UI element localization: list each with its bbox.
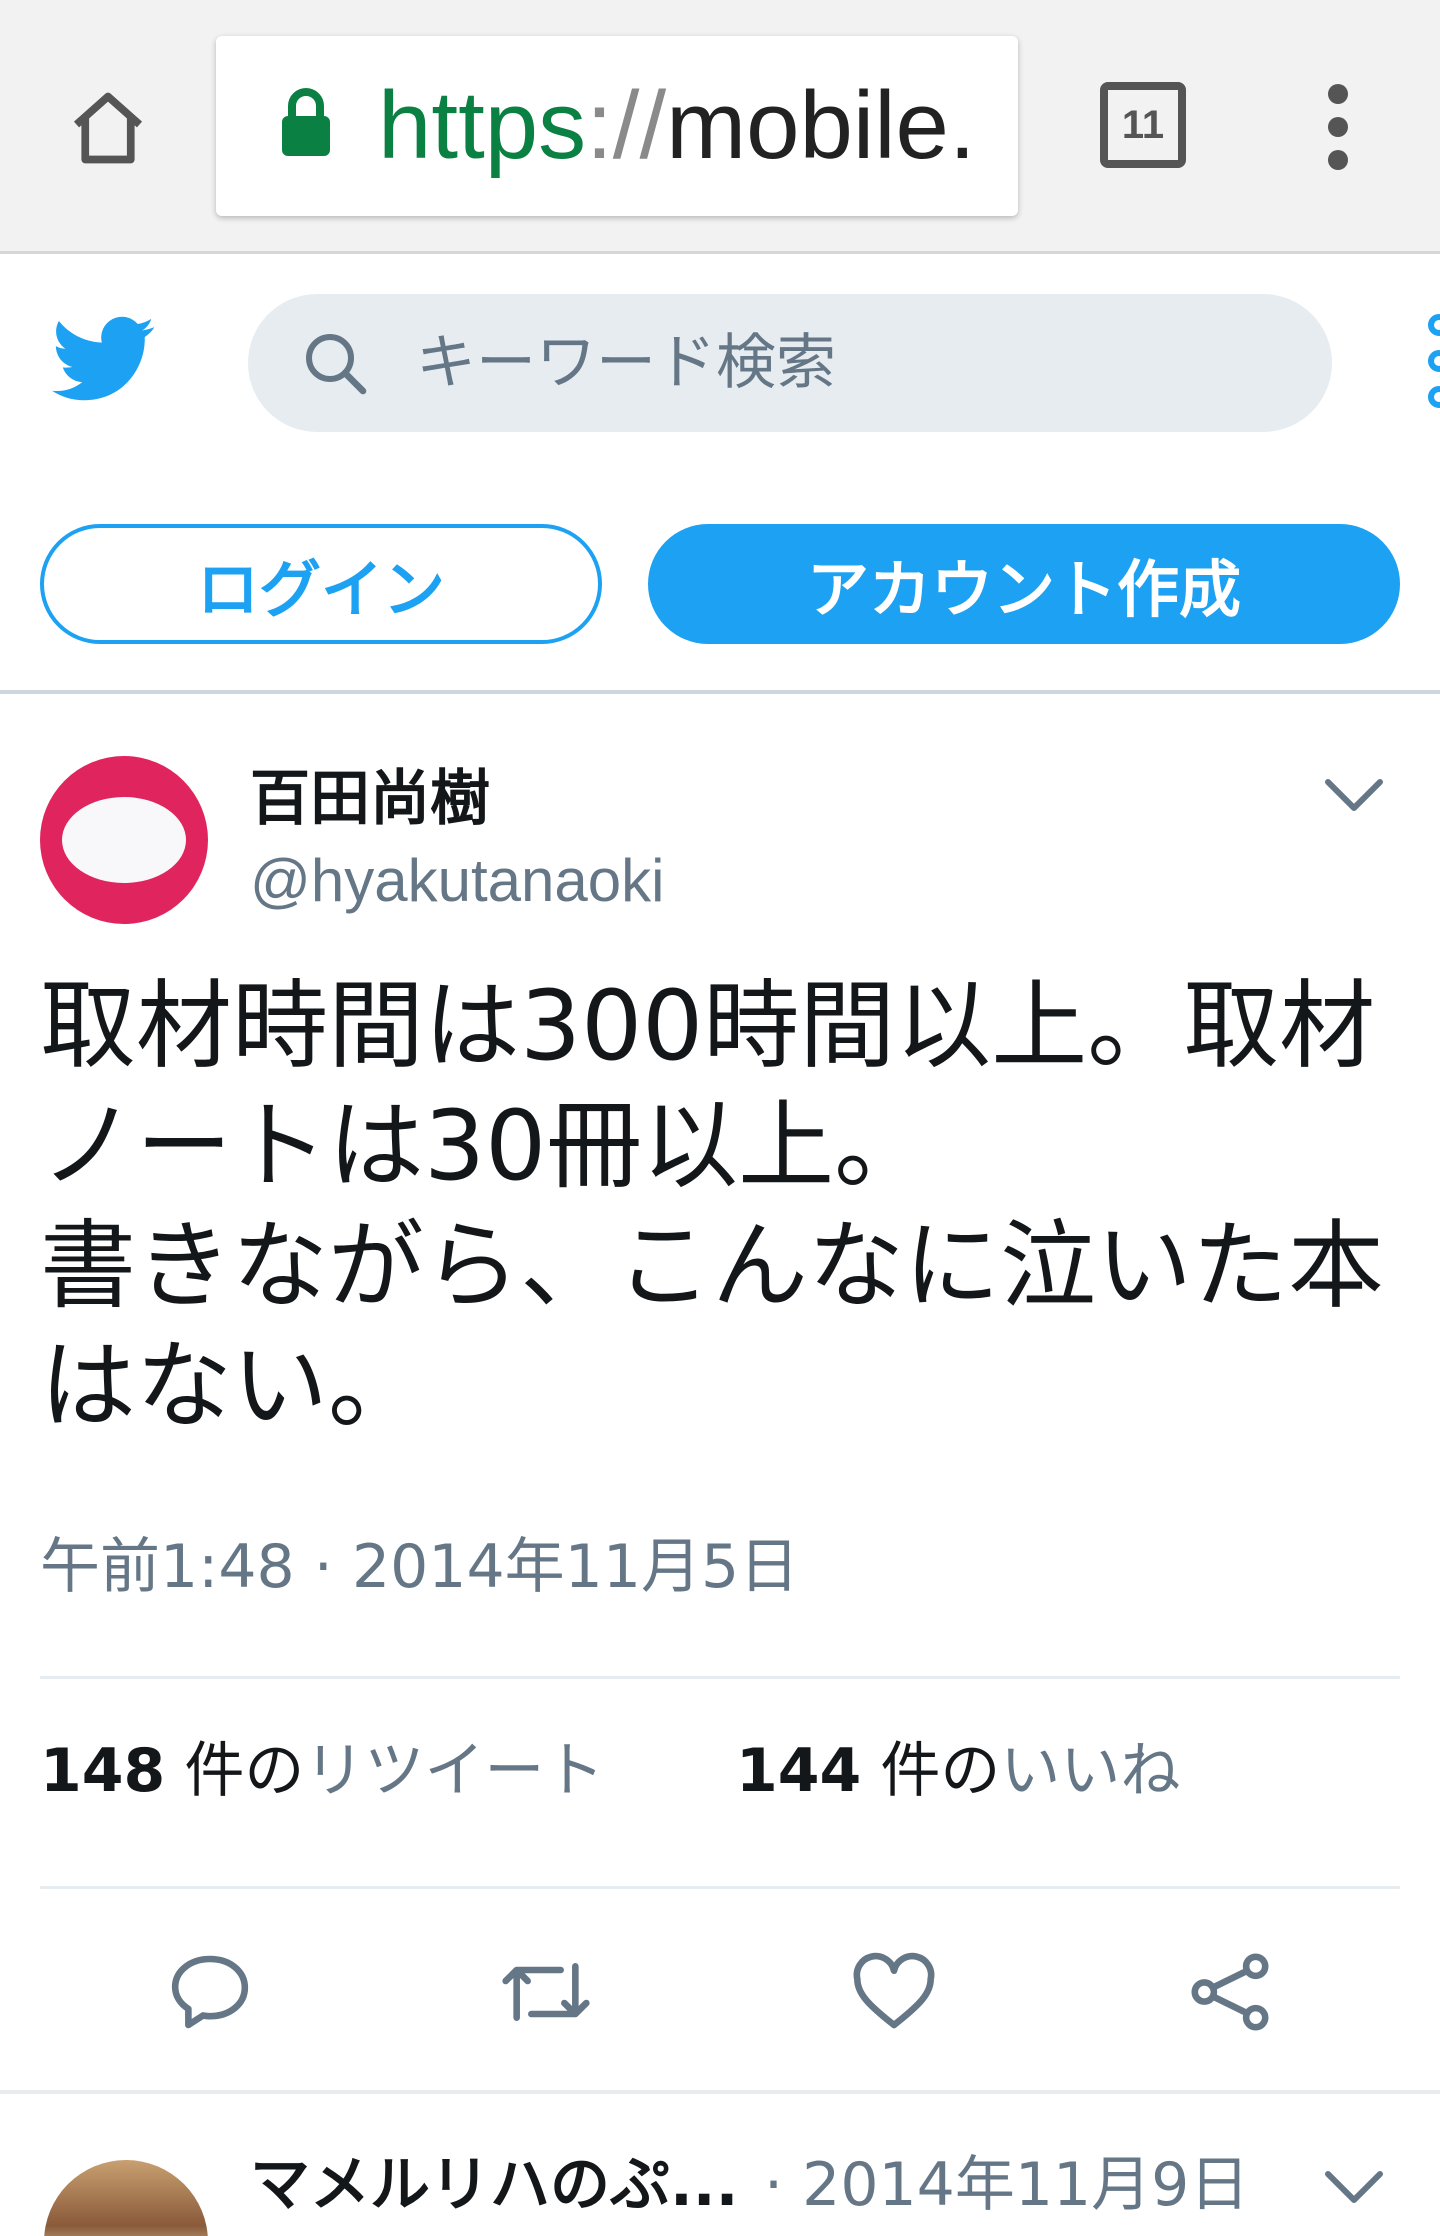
next-tweet[interactable]: マメルリハのぷ... · 2014年11月9日	[0, 2098, 1440, 2236]
twitter-bird-icon[interactable]	[52, 316, 156, 408]
signup-button[interactable]: アカウント作成	[648, 524, 1400, 644]
address-bar[interactable]: https://mobile.	[216, 36, 1018, 216]
home-icon[interactable]	[62, 82, 154, 174]
like-stat[interactable]: 144 件のいいね	[736, 1736, 1180, 1806]
chevron-down-icon[interactable]	[1322, 2168, 1386, 2212]
retweet-icon[interactable]	[496, 1942, 596, 2042]
avatar[interactable]	[40, 756, 208, 924]
twitter-header: キーワード検索 ログイン アカウント作成	[0, 254, 1440, 694]
divider	[40, 1676, 1400, 1679]
avatar[interactable]	[44, 2160, 208, 2236]
tab-count: 11	[1121, 102, 1165, 147]
reply-icon[interactable]	[160, 1942, 260, 2042]
share-icon[interactable]	[1180, 1942, 1280, 2042]
tweet-timestamp[interactable]: 午前1:48 · 2014年11月5日	[40, 1532, 799, 1602]
lock-icon	[278, 88, 334, 160]
browser-toolbar: https://mobile. 11	[0, 0, 1440, 254]
user-name[interactable]: 百田尚樹	[250, 764, 490, 834]
user-name[interactable]: マメルリハのぷ...	[250, 2150, 738, 2220]
divider	[40, 1886, 1400, 1889]
tweet-actions	[0, 1934, 1440, 2044]
url-text: https://mobile.	[378, 72, 976, 179]
tab-switcher-icon[interactable]: 11	[1100, 82, 1186, 168]
search-placeholder: キーワード検索	[416, 328, 836, 398]
user-handle[interactable]: @hyakutanaoki	[250, 846, 665, 916]
like-heart-icon[interactable]	[844, 1942, 944, 2042]
search-icon	[300, 328, 372, 404]
login-button[interactable]: ログイン	[40, 524, 602, 644]
search-input[interactable]: キーワード検索	[248, 294, 1332, 432]
more-icon[interactable]	[1420, 314, 1440, 414]
tweet-date: · 2014年11月9日	[764, 2150, 1250, 2220]
tweet-text: 取材時間は300時間以上。取材 ノートは30冊以上。 書きながら、こんなに泣いた…	[40, 970, 1384, 1442]
retweet-stat[interactable]: 148 件のリツイート	[40, 1736, 604, 1806]
overflow-menu-icon[interactable]	[1310, 84, 1366, 170]
divider	[0, 2090, 1440, 2094]
tweet-detail: 百田尚樹 @hyakutanaoki 取材時間は300時間以上。取材 ノートは3…	[0, 694, 1440, 2094]
chevron-down-icon[interactable]	[1322, 776, 1386, 820]
